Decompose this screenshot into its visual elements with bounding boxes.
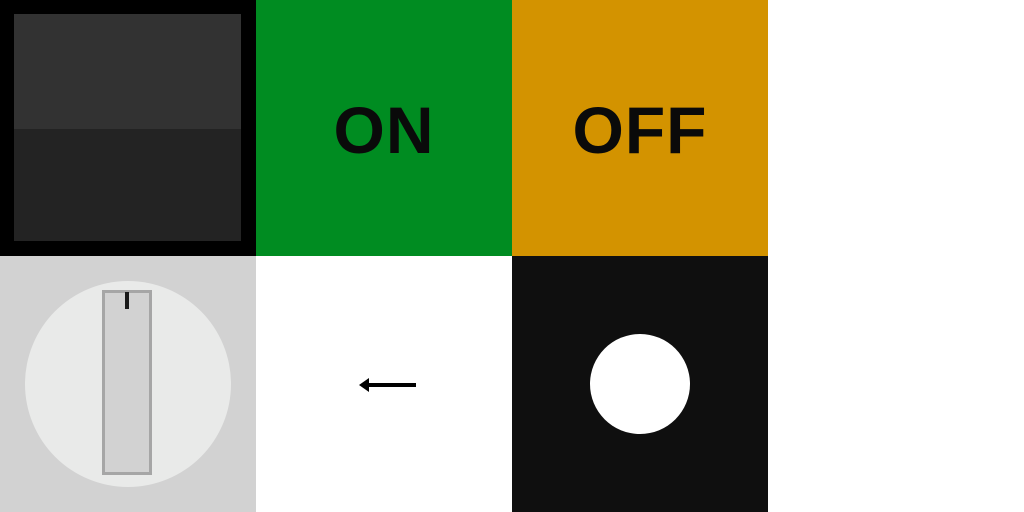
- texture-sheet: ON OFF: [0, 0, 1024, 512]
- arrow-head: [359, 378, 369, 392]
- off-label: OFF: [572, 93, 708, 167]
- knob-indicator: [125, 292, 129, 309]
- circle-dot-icon[interactable]: [512, 256, 768, 512]
- arrow-tile[interactable]: [256, 256, 512, 512]
- rotary-knob-icon[interactable]: [0, 256, 256, 512]
- dot-tile[interactable]: [512, 256, 768, 512]
- arrow-left-icon[interactable]: [256, 256, 512, 512]
- off-state-tile[interactable]: OFF: [512, 0, 768, 256]
- on-state-tile[interactable]: ON: [256, 0, 512, 256]
- white-dot: [590, 334, 690, 434]
- rocker-lower-half: [14, 129, 241, 241]
- rocker-upper-half: [14, 14, 241, 129]
- rocker-switch-tile[interactable]: [0, 0, 256, 256]
- knob-grip: [102, 290, 152, 475]
- on-label: ON: [333, 93, 435, 167]
- rotary-knob-tile[interactable]: [0, 256, 256, 512]
- rocker-switch-icon[interactable]: [14, 14, 241, 241]
